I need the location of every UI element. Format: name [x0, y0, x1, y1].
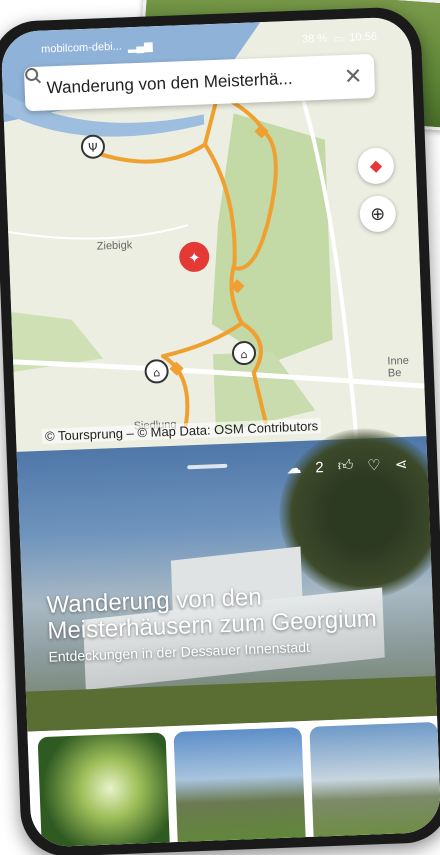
gallery-photo[interactable]	[37, 732, 171, 848]
heart-icon[interactable]: ♡	[367, 456, 381, 475]
svg-text:✦: ✦	[188, 249, 201, 267]
place-label-innenstadt: Inne Be	[387, 354, 410, 380]
svg-text:⌂: ⌂	[153, 366, 160, 379]
phone-frame: Ψ ⌂ ⌂ ✦ mobilcom-debi... ▂▄▆ 38 % ▭ 10:5…	[0, 6, 440, 855]
svg-text:⌂: ⌂	[240, 348, 247, 361]
svg-text:Ψ: Ψ	[88, 141, 98, 155]
signal-icon: ▂▄▆	[127, 39, 153, 53]
gallery-photo[interactable]	[309, 721, 440, 847]
download-count: 2	[315, 458, 325, 476]
road-minor	[8, 224, 189, 240]
compass-icon: ◆	[369, 157, 383, 176]
cloud-download-icon[interactable]: ☁	[286, 459, 302, 478]
share-icon[interactable]: ⋖	[394, 455, 407, 473]
thumbs-up-icon[interactable]: 👍︎	[337, 457, 353, 476]
carrier-label: mobilcom-debi...	[40, 40, 123, 56]
drag-handle[interactable]	[187, 463, 228, 470]
map-view[interactable]: Ψ ⌂ ⌂ ✦ mobilcom-debi... ▂▄▆ 38 % ▭ 10:5…	[0, 16, 427, 452]
search-input[interactable]: Wanderung von den Meisterhä...	[46, 67, 334, 98]
battery-percent: 38 %	[301, 32, 328, 46]
place-label-ziebigk: Ziebigk	[96, 239, 133, 253]
gallery-photo[interactable]	[173, 727, 306, 848]
close-icon[interactable]: ✕	[344, 63, 363, 90]
status-time: 10:56	[349, 30, 378, 44]
app-screen: Ψ ⌂ ⌂ ✦ mobilcom-debi... ▂▄▆ 38 % ▭ 10:5…	[0, 16, 440, 848]
tour-card[interactable]: ☁ 2 👍︎ ♡ ⋖ Wanderung von den Meisterhäus…	[16, 425, 440, 732]
crosshair-icon: ⊕	[369, 203, 386, 224]
photo-gallery[interactable]	[27, 715, 440, 848]
battery-icon: ▭	[332, 32, 344, 45]
